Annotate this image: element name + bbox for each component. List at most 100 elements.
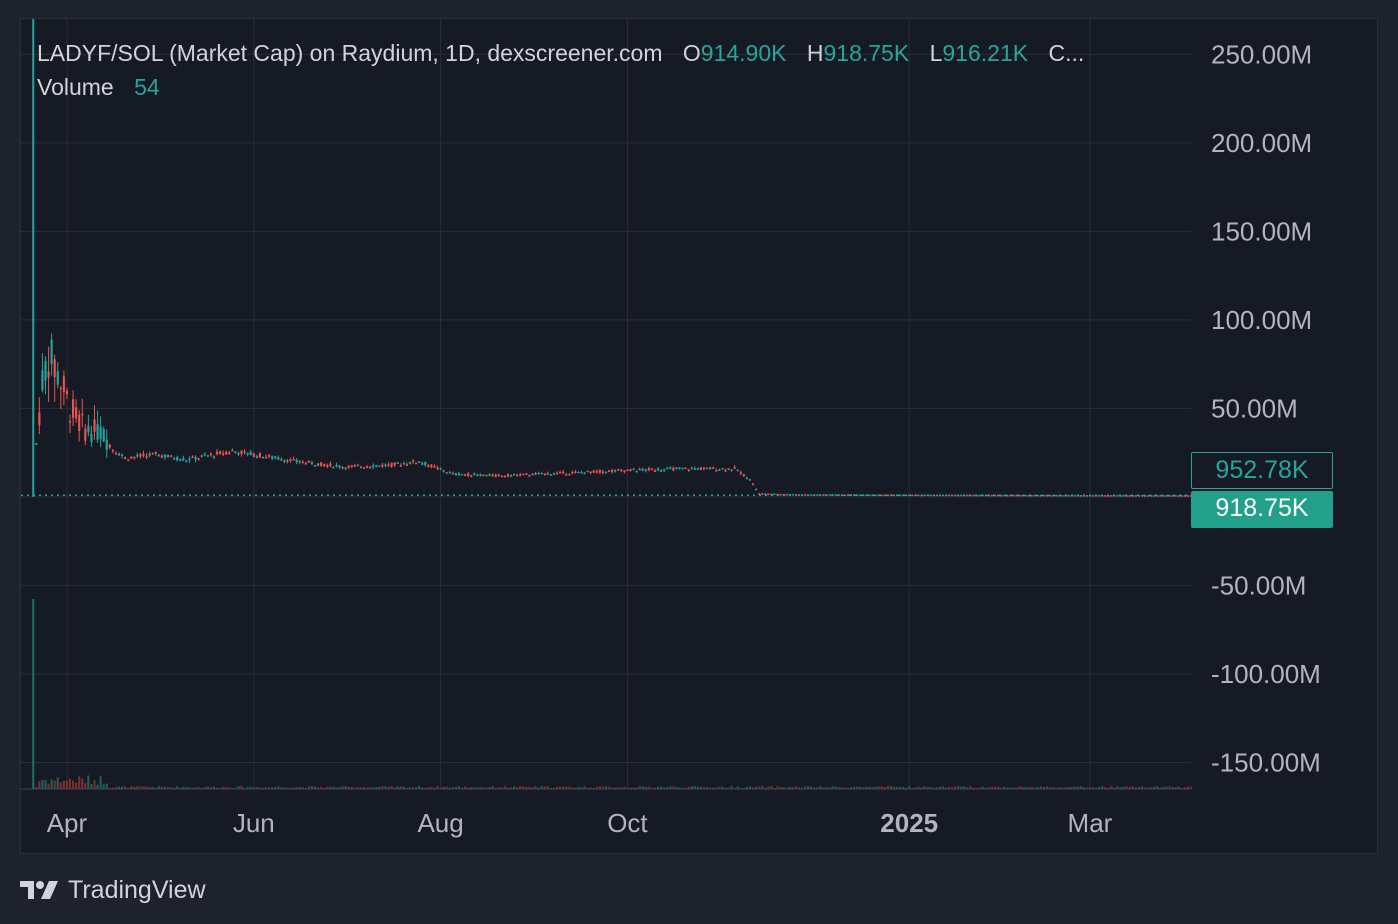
candle-body [219, 451, 222, 455]
candle-body [1003, 494, 1006, 497]
candle-body [549, 474, 552, 476]
candle-body [418, 461, 421, 463]
candle-body [114, 453, 118, 455]
candle-body [436, 467, 439, 470]
candle-body [457, 473, 461, 476]
volume-layer [32, 599, 1193, 789]
candle-body [1091, 495, 1095, 497]
candle-body [44, 360, 47, 381]
candle-body [960, 494, 963, 497]
chart-pane[interactable]: 250.00M 200.00M 150.00M 100.00M 50.00M -50.00… [20, 18, 1378, 854]
candle-body [1128, 495, 1131, 497]
candle-body [1042, 494, 1046, 497]
candle-body [396, 462, 399, 464]
candle-body [41, 370, 44, 391]
candle-body [537, 472, 540, 475]
candle-body [442, 470, 445, 472]
candle-body [301, 461, 304, 464]
y-tick-label: 50.00M [1211, 393, 1298, 423]
candle-body [531, 473, 534, 476]
candle-body [90, 433, 93, 442]
candle-body [513, 473, 516, 476]
candle-body [188, 458, 191, 461]
candle-body [586, 470, 589, 473]
candle-body [479, 474, 482, 477]
candle-body [286, 460, 289, 463]
candle-body [99, 426, 102, 440]
candle-body [935, 494, 938, 497]
y-tick-label: 100.00M [1211, 305, 1312, 335]
candle-body [966, 494, 969, 497]
candle-body [562, 471, 565, 474]
candle-body [59, 387, 62, 390]
candle-body [767, 493, 770, 496]
candle-body [672, 467, 675, 471]
candle-body [240, 450, 243, 455]
y-axis: 250.00M 200.00M 150.00M 100.00M 50.00M -50.00… [1211, 39, 1321, 777]
previous-price-tag: 952.78K [1191, 452, 1333, 489]
volume-bar [81, 778, 84, 789]
candle-body [237, 452, 240, 455]
candle-body [742, 474, 745, 476]
candle-body [243, 451, 246, 453]
candle-body [228, 452, 231, 455]
candle-body [255, 456, 258, 458]
volume-bar [84, 782, 87, 789]
candle-body [47, 371, 50, 378]
volume-bar [47, 783, 50, 789]
candle-body [313, 464, 317, 467]
legend-volume-label: Volume [37, 74, 114, 100]
candle-body [71, 399, 75, 418]
candle-body [225, 451, 228, 455]
candle-body [62, 376, 65, 392]
candle-body [751, 483, 755, 486]
candle-body [886, 494, 889, 497]
candle-body [295, 459, 298, 463]
candle-body [215, 451, 219, 455]
candle-body [1079, 495, 1082, 497]
tradingview-logo[interactable]: TradingView [20, 872, 206, 908]
candle-body [304, 463, 307, 465]
volume-bar [75, 782, 78, 789]
candle-body [846, 494, 850, 496]
candle-body [375, 465, 378, 467]
candle-body [647, 468, 650, 471]
candle-body [905, 494, 908, 497]
candle-body [359, 466, 363, 469]
candle-body [1186, 495, 1190, 497]
candle-body [310, 462, 314, 465]
candle-body [65, 390, 69, 395]
legend-low-value: 916.21K [942, 40, 1029, 66]
candle-body [1153, 495, 1156, 497]
candle-body [347, 465, 350, 468]
candle-body [163, 454, 167, 458]
candle-body [522, 473, 525, 476]
candle-body [724, 470, 727, 472]
candle-body [552, 472, 556, 475]
candle-body [460, 473, 464, 476]
candle-body [439, 467, 442, 470]
candle-body [663, 469, 666, 471]
candle-body [451, 472, 454, 475]
candle-body [38, 412, 41, 426]
candle-body [558, 471, 562, 474]
legend-title: LADYF/SOL (Market Cap) on Raydium, 1D, d… [37, 40, 663, 66]
candle-body [923, 494, 926, 497]
candlestick-chart[interactable]: 250.00M 200.00M 150.00M 100.00M 50.00M -50.00… [21, 19, 1379, 855]
candle-body [534, 473, 537, 475]
y-tick-label: 150.00M [1211, 216, 1312, 246]
candle-body [405, 464, 408, 466]
candle-body [246, 452, 249, 455]
candle-body [133, 456, 136, 459]
legend-open-label: O [682, 40, 701, 66]
candle-body [996, 494, 1000, 497]
y-tick-label: 200.00M [1211, 128, 1312, 158]
candle-body [516, 474, 519, 477]
candle-body [497, 474, 500, 477]
candle-body [53, 359, 56, 378]
candle-body [804, 494, 807, 496]
candle-body [166, 454, 170, 458]
candle-body [369, 467, 372, 469]
candle-body [592, 470, 595, 473]
volume-bar [53, 780, 56, 789]
